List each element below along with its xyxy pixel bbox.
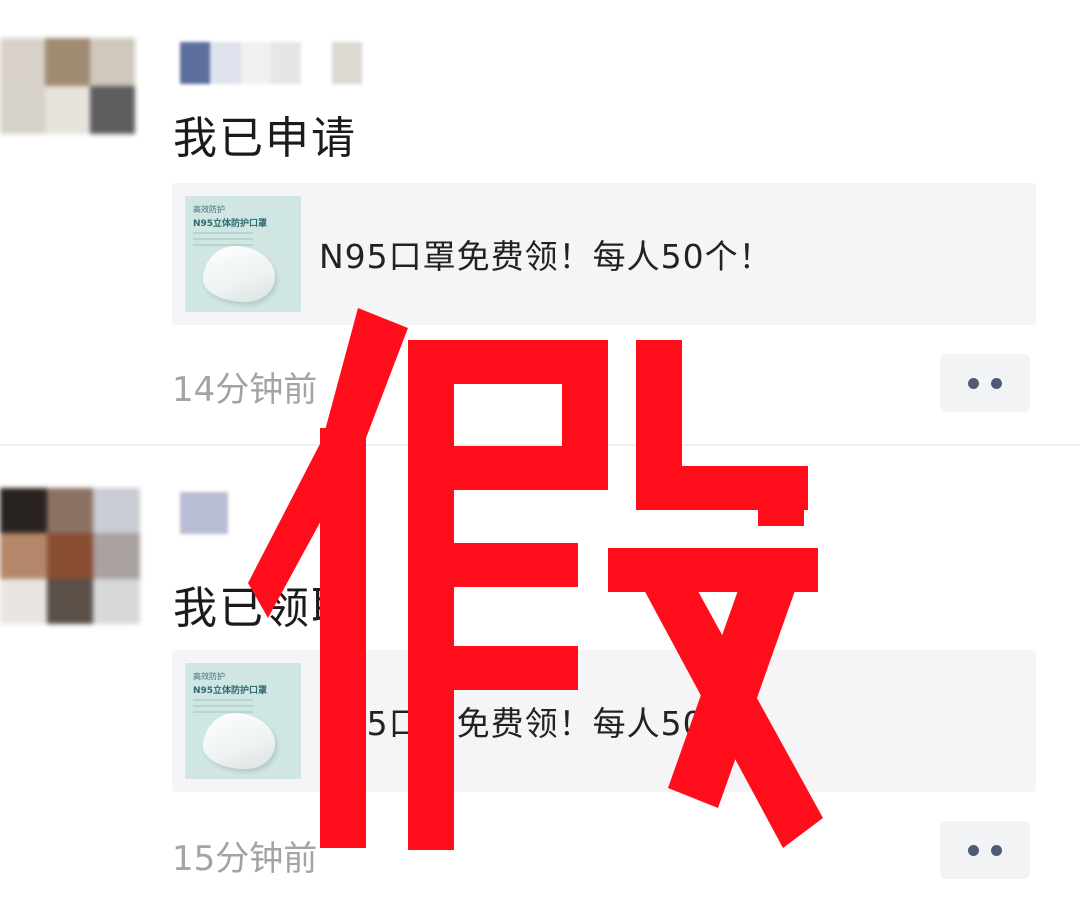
pixel-tile (0, 488, 47, 534)
mask-image (203, 713, 275, 769)
thumbnail-brand: 高效防护 (193, 672, 225, 681)
pixel-tile (0, 578, 47, 624)
card-title: N95口罩免费领！每人50个！ (319, 704, 773, 743)
avatar[interactable] (0, 488, 140, 624)
pixel-tile (93, 533, 140, 579)
pixel-tile (46, 488, 94, 534)
pixel-tile (46, 533, 94, 579)
thumbnail-text-lines (193, 699, 253, 713)
pixel-tile (46, 578, 94, 624)
thumbnail-title: N95立体防护口罩 (193, 686, 268, 696)
post-text: 我已领取 (173, 583, 357, 634)
more-options-button[interactable] (940, 821, 1030, 879)
pixel-tile (93, 488, 140, 534)
pixel-tile (0, 533, 47, 579)
more-dot-icon (991, 844, 1002, 856)
card-thumbnail: 高效防护 N95立体防护口罩 (185, 663, 301, 779)
pixel-tile (180, 492, 228, 534)
moment-post-2: 我已领取 高效防护 N95立体防护口罩 N95口罩免费领！每人50个！ 15分钟… (0, 0, 1080, 905)
pixel-tile (93, 578, 140, 624)
more-dot-icon (968, 844, 979, 856)
shared-link-card[interactable]: 高效防护 N95立体防护口罩 N95口罩免费领！每人50个！ (172, 650, 1036, 792)
post-time: 15分钟前 (172, 839, 318, 879)
user-nickname[interactable] (180, 492, 228, 534)
